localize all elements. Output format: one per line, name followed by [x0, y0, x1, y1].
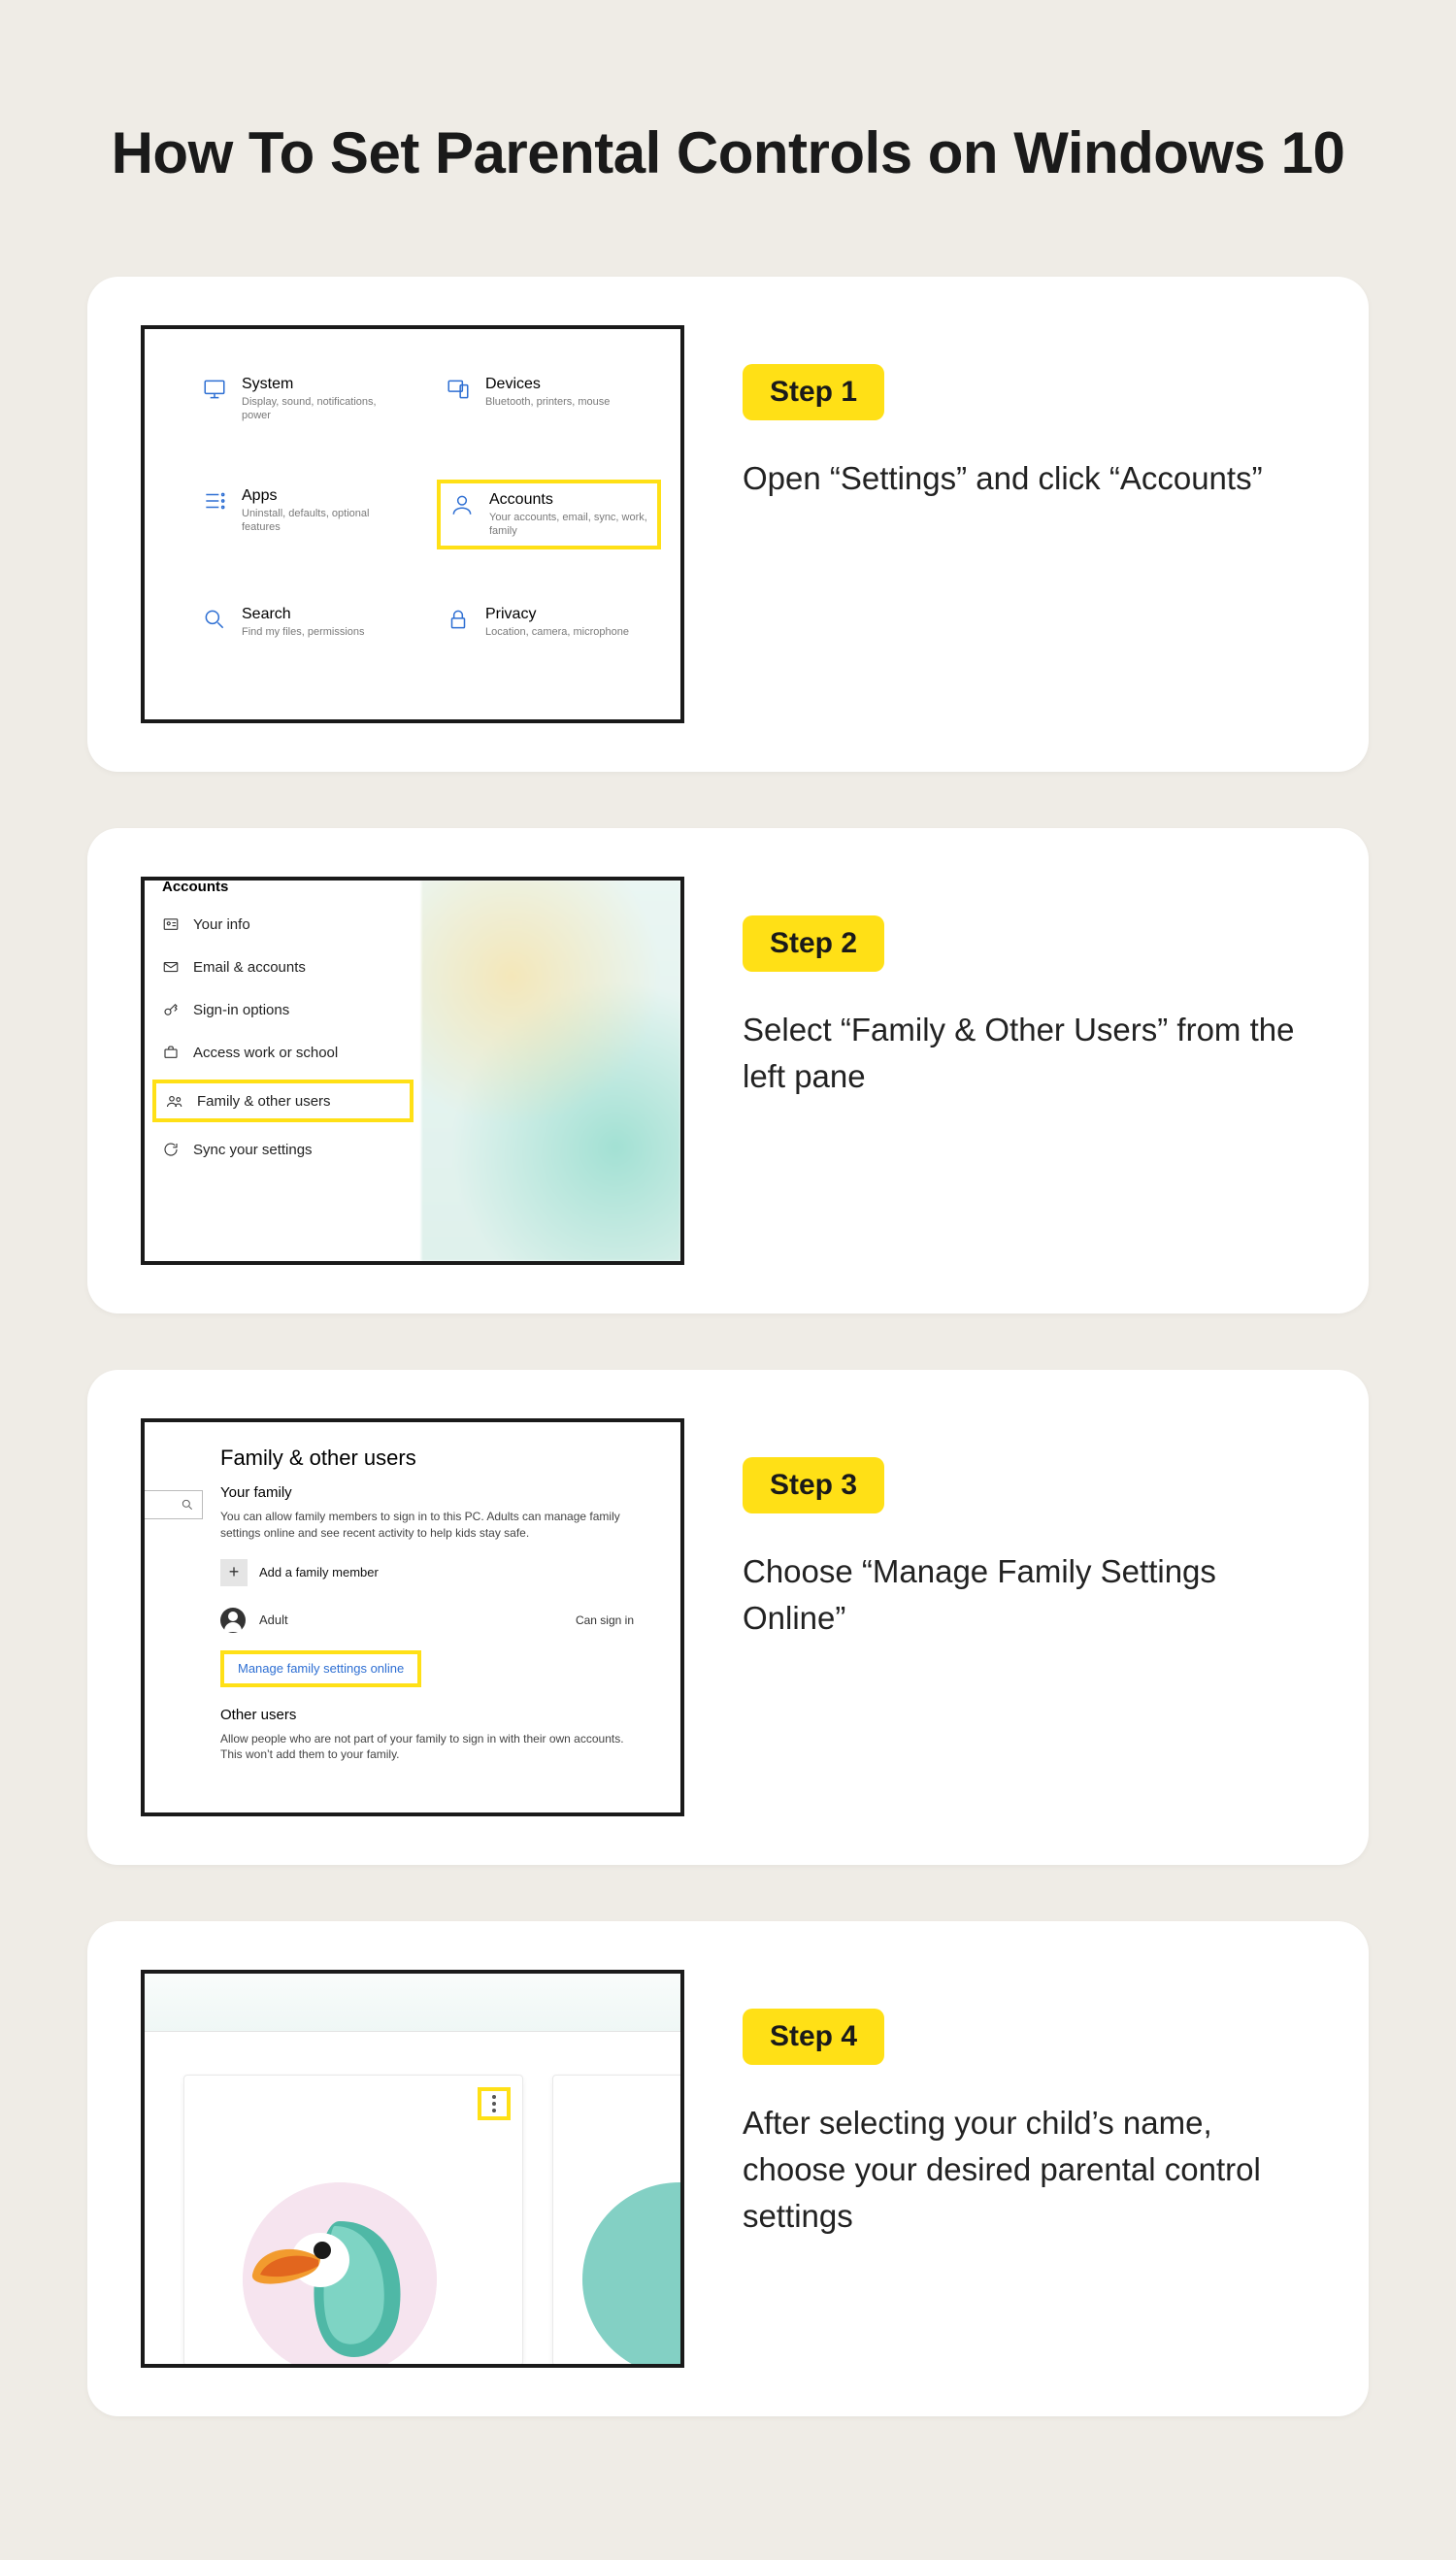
sidebar-item-family[interactable]: Family & other users [152, 1080, 414, 1122]
search-icon [201, 606, 228, 633]
step-card-4: Step 4 After selecting your child’s name… [87, 1921, 1369, 2416]
screenshot-step-1: SystemDisplay, sound, notifications, pow… [141, 325, 684, 723]
family-member-row[interactable]: Adult Can sign in [220, 1608, 653, 1633]
person-card-icon [162, 915, 180, 933]
sidebar-item-your-info[interactable]: Your info [145, 903, 421, 946]
settings-item-accounts[interactable]: AccountsYour accounts, email, sync, work… [437, 480, 661, 550]
briefcase-icon [162, 1044, 180, 1061]
sidebar-item-email[interactable]: Email & accounts [145, 946, 421, 988]
step-description: After selecting your child’s name, choos… [743, 2100, 1315, 2240]
step-card-1: SystemDisplay, sound, notifications, pow… [87, 277, 1369, 772]
signin-status: Can sign in [576, 1613, 634, 1627]
sidebar-item-work[interactable]: Access work or school [145, 1031, 421, 1074]
screenshot-step-4 [141, 1970, 684, 2368]
sidebar-item-sync[interactable]: Sync your settings [145, 1128, 421, 1171]
child-tile-2[interactable] [552, 2075, 684, 2366]
sync-icon [162, 1141, 180, 1158]
step-card-2: Accounts Your info Email & accounts Sign… [87, 828, 1369, 1313]
step-badge: Step 1 [743, 364, 884, 420]
more-options-button[interactable] [478, 2087, 511, 2120]
accounts-header: Accounts [145, 879, 421, 903]
add-family-member-button[interactable]: + Add a family member [220, 1559, 653, 1586]
header-bar [145, 1974, 680, 2032]
person-icon [448, 491, 476, 518]
mail-icon [162, 958, 180, 976]
family-description: You can allow family members to sign in … [220, 1509, 628, 1542]
section-your-family: Your family [220, 1484, 653, 1501]
step-description: Open “Settings” and click “Accounts” [743, 455, 1315, 502]
apps-icon [201, 487, 228, 515]
devices-icon [445, 376, 472, 403]
settings-item-system[interactable]: SystemDisplay, sound, notifications, pow… [193, 368, 417, 431]
blurred-content [421, 881, 680, 1261]
avatar [243, 2182, 437, 2368]
avatar [582, 2182, 684, 2368]
sidebar-item-signin[interactable]: Sign-in options [145, 988, 421, 1031]
screenshot-step-2: Accounts Your info Email & accounts Sign… [141, 877, 684, 1265]
search-box[interactable] [145, 1490, 203, 1519]
settings-item-privacy[interactable]: PrivacyLocation, camera, microphone [437, 598, 661, 647]
settings-item-apps[interactable]: AppsUninstall, defaults, optional featur… [193, 480, 417, 550]
step-description: Select “Family & Other Users” from the l… [743, 1007, 1315, 1100]
avatar-icon [220, 1608, 246, 1633]
manage-family-link[interactable]: Manage family settings online [220, 1650, 421, 1687]
key-icon [162, 1001, 180, 1018]
section-other-users: Other users [220, 1707, 653, 1723]
page-heading: Family & other users [220, 1446, 653, 1471]
lock-icon [445, 606, 472, 633]
other-users-description: Allow people who are not part of your fa… [220, 1731, 628, 1764]
settings-item-devices[interactable]: DevicesBluetooth, printers, mouse [437, 368, 661, 431]
kebab-icon [492, 2095, 496, 2112]
step-badge: Step 4 [743, 2009, 884, 2065]
step-description: Choose “Manage Family Settings Online” [743, 1548, 1315, 1642]
page-title: How To Set Parental Controls on Windows … [87, 116, 1369, 189]
screenshot-step-3: Family & other users Your family You can… [141, 1418, 684, 1816]
people-icon [166, 1092, 183, 1110]
step-card-3: Family & other users Your family You can… [87, 1370, 1369, 1865]
child-tile[interactable] [183, 2075, 523, 2366]
step-badge: Step 3 [743, 1457, 884, 1513]
plus-icon: + [220, 1559, 248, 1586]
settings-item-search[interactable]: SearchFind my files, permissions [193, 598, 417, 647]
monitor-icon [201, 376, 228, 403]
step-badge: Step 2 [743, 915, 884, 972]
